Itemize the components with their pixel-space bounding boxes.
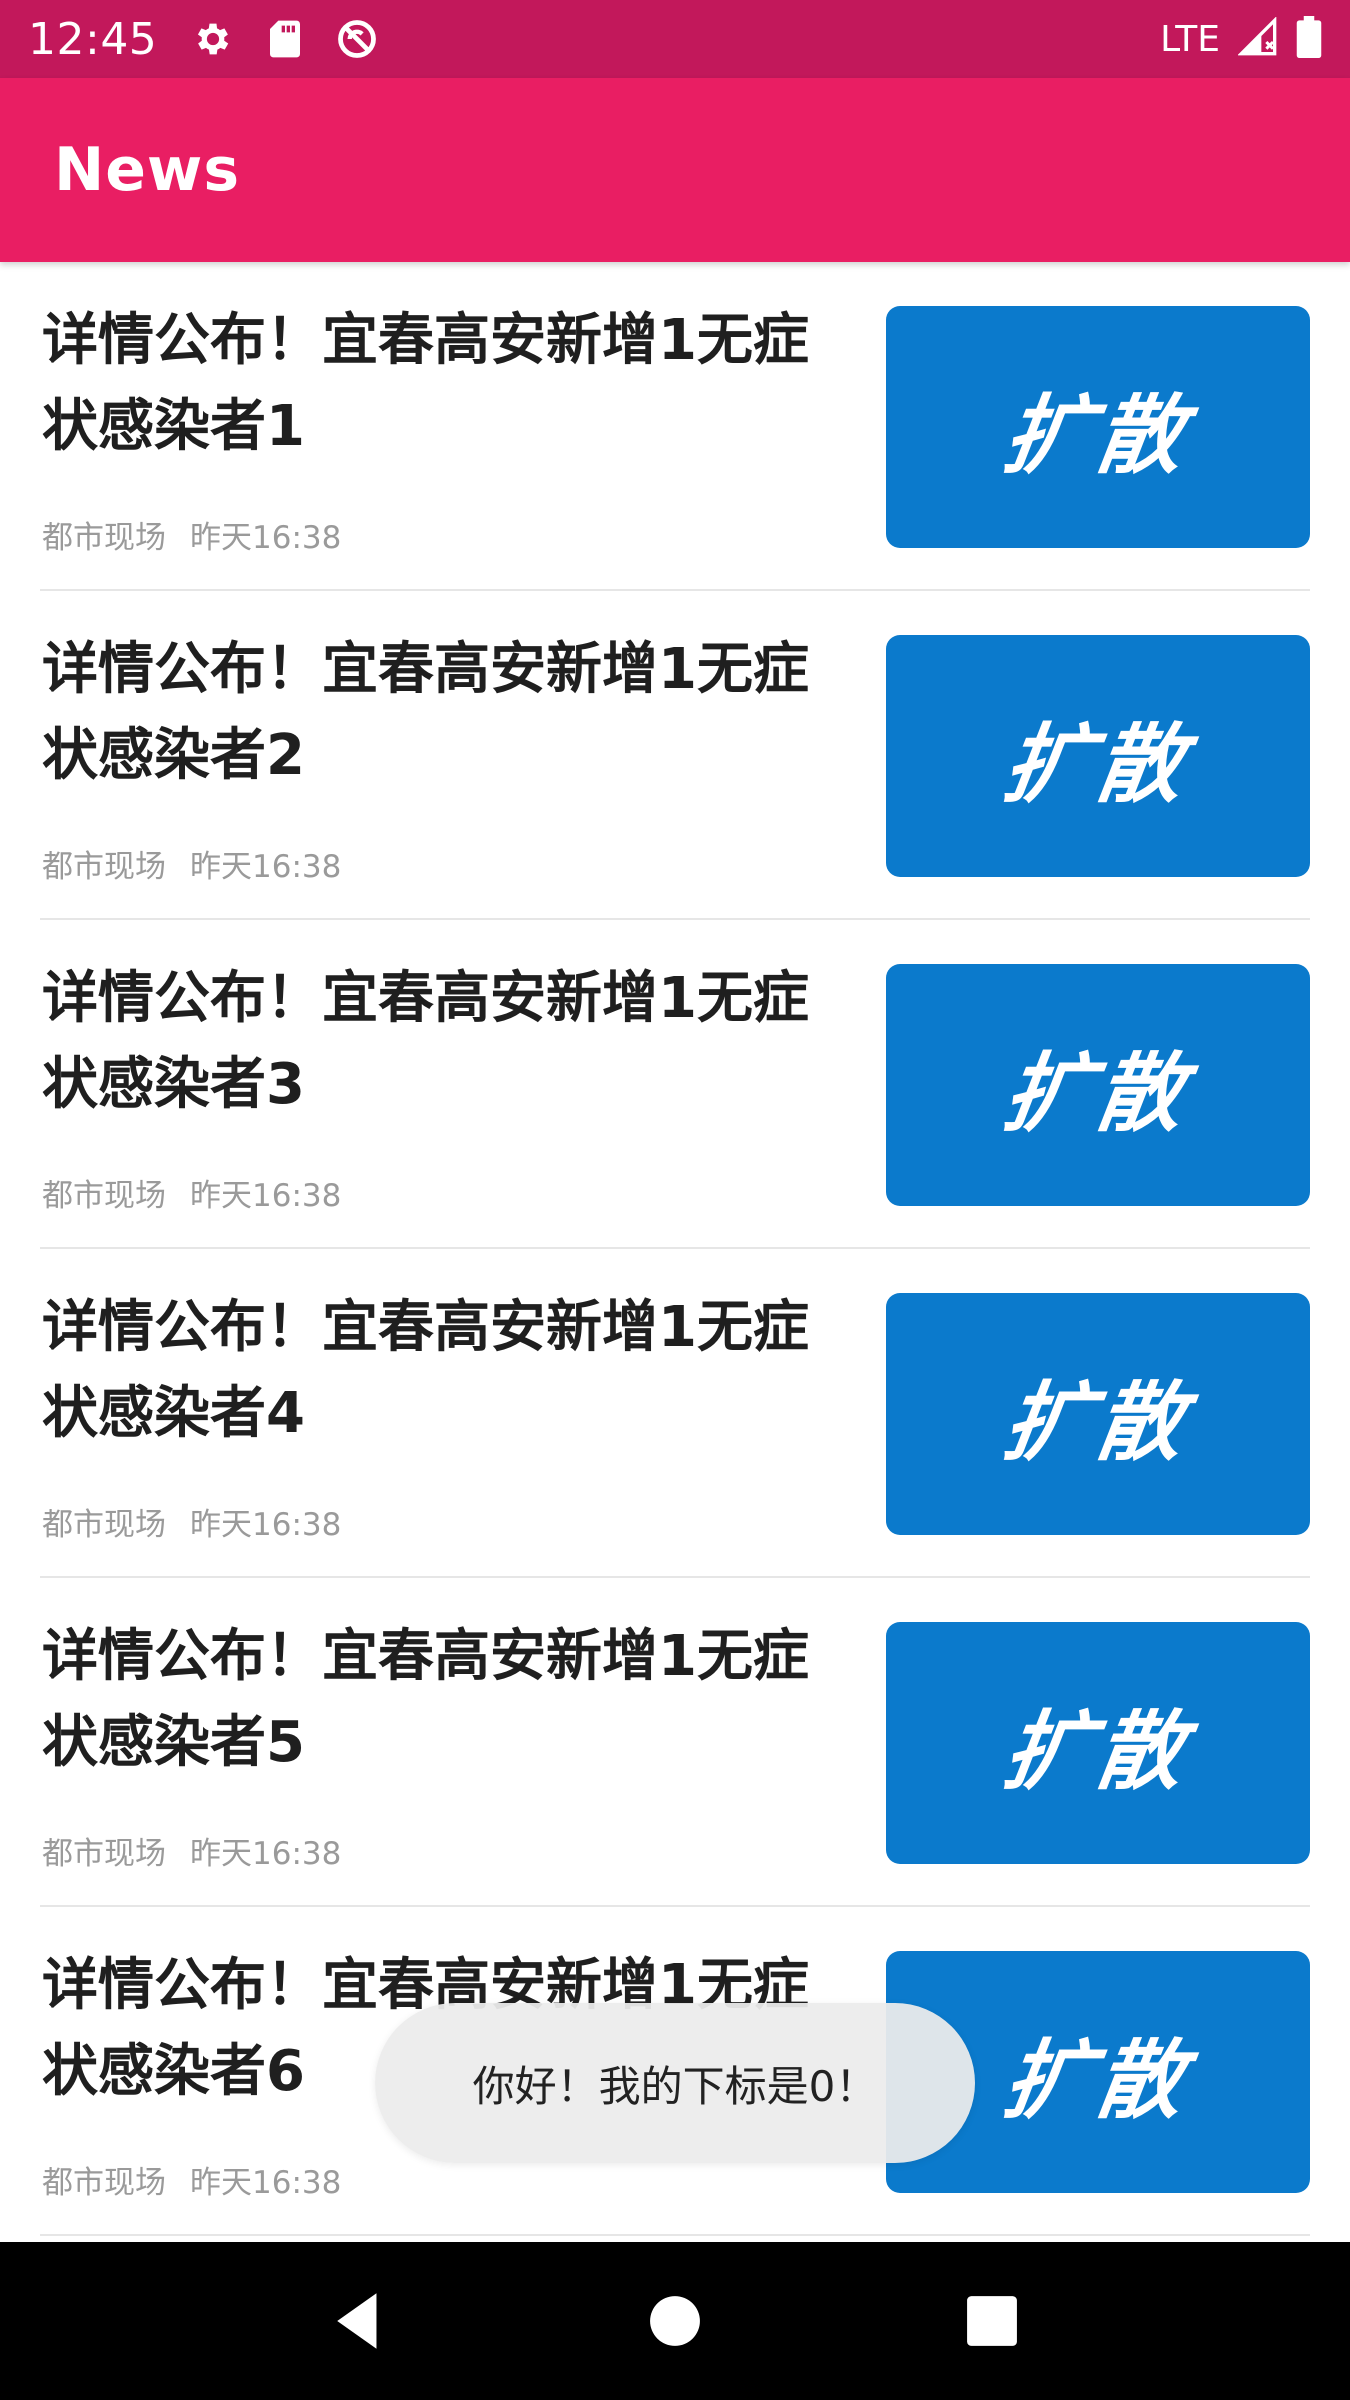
news-meta: 都市现场 昨天16:38 [42, 2157, 341, 2202]
news-time: 昨天16:38 [190, 1507, 342, 1543]
news-list[interactable]: 详情公布！宜春高安新增1无症状感染者1 都市现场 昨天16:38 扩散 详情公布… [0, 262, 1350, 2242]
news-item[interactable]: 详情公布！宜春高安新增1无症状感染者2 都市现场 昨天16:38 扩散 [40, 591, 1310, 920]
news-title: 详情公布！宜春高安新增1无症状感染者3 [42, 966, 809, 1117]
news-item[interactable]: 详情公布！宜春高安新增1无症状感染者3 都市现场 昨天16:38 扩散 [40, 920, 1310, 1249]
news-meta: 都市现场 昨天16:38 [42, 1170, 341, 1215]
news-meta: 都市现场 昨天16:38 [42, 1499, 341, 1544]
toast-message: 你好！我的下标是0！ [375, 2003, 975, 2163]
network-type: LTE [1160, 18, 1220, 60]
news-meta: 都市现场 昨天16:38 [42, 841, 341, 886]
thumbnail-text: 扩散 [997, 385, 1196, 486]
news-thumbnail[interactable]: 扩散 [886, 1622, 1310, 1864]
thumbnail-text: 扩散 [997, 1372, 1196, 1473]
toast-text: 你好！我的下标是0！ [472, 2061, 878, 2111]
signal-icon [1237, 16, 1278, 61]
news-title: 详情公布！宜春高安新增1无症状感染者5 [42, 1624, 809, 1775]
news-source: 都市现场 [42, 520, 166, 556]
status-system-icons: LTE [1160, 16, 1322, 62]
news-thumbnail[interactable]: 扩散 [886, 1293, 1310, 1535]
no-sync-icon [335, 17, 379, 61]
news-source: 都市现场 [42, 1836, 166, 1872]
news-title: 详情公布！宜春高安新增1无症状感染者2 [42, 637, 809, 788]
status-notification-icons [191, 17, 379, 61]
news-time: 昨天16:38 [190, 849, 342, 885]
thumbnail-text: 扩散 [997, 1701, 1196, 1802]
news-item[interactable]: 详情公布！宜春高安新增1无症状感染者5 都市现场 昨天16:38 扩散 [40, 1578, 1310, 1907]
news-time: 昨天16:38 [190, 2165, 342, 2201]
back-icon[interactable] [318, 2281, 398, 2361]
news-item[interactable]: 详情公布！宜春高安新增1无症状感染者4 都市现场 昨天16:38 扩散 [40, 1249, 1310, 1578]
news-thumbnail[interactable]: 扩散 [886, 635, 1310, 877]
page-title: News [54, 135, 241, 205]
news-source: 都市现场 [42, 849, 166, 885]
app-bar: News [0, 78, 1350, 262]
battery-icon [1296, 16, 1322, 62]
gear-icon [191, 17, 235, 61]
news-source: 都市现场 [42, 1178, 166, 1214]
status-bar: 12:45 LTE [0, 0, 1350, 78]
news-item[interactable]: 详情公布！宜春高安新增1无症状感染者1 都市现场 昨天16:38 扩散 [40, 262, 1310, 591]
news-meta: 都市现场 昨天16:38 [42, 512, 341, 557]
sd-card-icon [263, 17, 307, 61]
news-time: 昨天16:38 [190, 1178, 342, 1214]
news-source: 都市现场 [42, 2165, 166, 2201]
news-source: 都市现场 [42, 1507, 166, 1543]
thumbnail-text: 扩散 [997, 1043, 1196, 1144]
news-time: 昨天16:38 [190, 520, 342, 556]
news-thumbnail[interactable]: 扩散 [886, 306, 1310, 548]
thumbnail-text: 扩散 [997, 714, 1196, 815]
news-title: 详情公布！宜春高安新增1无症状感染者1 [42, 308, 809, 459]
news-thumbnail[interactable]: 扩散 [886, 964, 1310, 1206]
navigation-bar [0, 2242, 1350, 2400]
news-meta: 都市现场 昨天16:38 [42, 1828, 341, 1873]
home-icon[interactable] [635, 2281, 715, 2361]
news-title: 详情公布！宜春高安新增1无症状感染者4 [42, 1295, 809, 1446]
news-time: 昨天16:38 [190, 1836, 342, 1872]
recents-icon[interactable] [952, 2281, 1032, 2361]
status-time: 12:45 [28, 13, 158, 65]
thumbnail-text: 扩散 [997, 2030, 1196, 2131]
